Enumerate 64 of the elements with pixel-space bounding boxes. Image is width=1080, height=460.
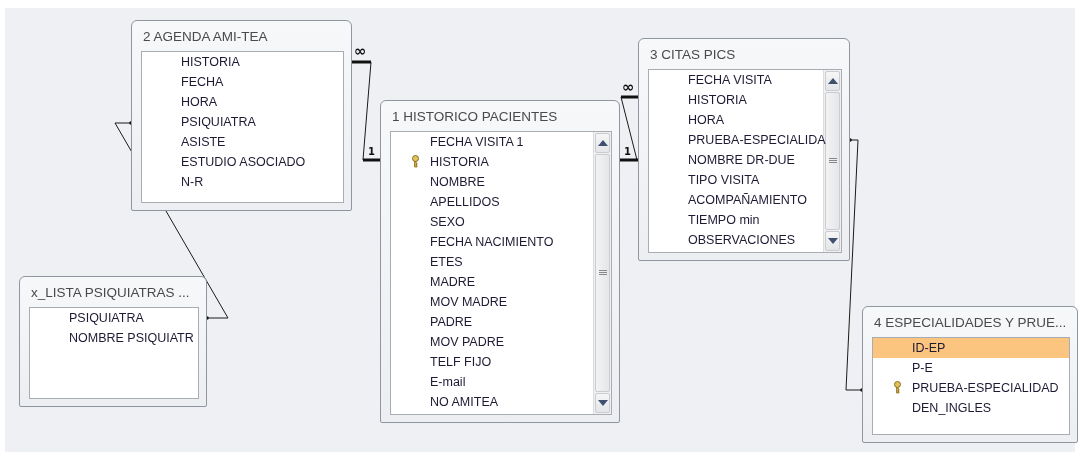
up-arrow-icon: [827, 78, 838, 84]
cardinality-label: 1: [624, 146, 631, 157]
field-row[interactable]: TIEMPO min: [649, 210, 823, 230]
cardinality-label: ∞: [354, 42, 367, 60]
cardinality-label: ∞: [622, 78, 635, 96]
field-row[interactable]: HORA: [649, 110, 823, 130]
field-row[interactable]: PADRE: [391, 312, 593, 332]
field-row[interactable]: FECHA VISITA 1: [391, 132, 593, 152]
field-row[interactable]: E-mail: [391, 372, 593, 392]
scroll-thumb[interactable]: [595, 154, 610, 392]
scroll-down-button[interactable]: [825, 231, 840, 251]
key-icon: [411, 155, 420, 168]
down-arrow-icon: [827, 238, 838, 244]
field-row[interactable]: FECHA: [142, 72, 343, 92]
field-row[interactable]: MADRE: [391, 272, 593, 292]
scroll-up-button[interactable]: [595, 133, 610, 153]
field-row[interactable]: FECHA VISITA: [649, 70, 823, 90]
field-row[interactable]: HISTORIA: [391, 152, 593, 172]
table-title: 3 CITAS PICS: [649, 46, 737, 64]
table-title: 1 HISTORICO PACIENTES: [391, 108, 559, 126]
table-window[interactable]: 1 HISTORICO PACIENTES FECHA VISITA 1 HISTORIA NOMBRE APELLIDOS SEXO FECHA NACIMIENTO ETES MADRE MOV MADRE PADRE MOV PADRE TELF FIJO E-mail NO AMITEA: [380, 100, 620, 423]
field-row[interactable]: N-R: [142, 172, 343, 192]
field-row[interactable]: ACOMPAÑAMIENTO: [649, 190, 823, 210]
field-row[interactable]: NO AMITEA: [391, 392, 593, 412]
field-row[interactable]: NOMBRE PSIQUIATR: [30, 328, 198, 348]
grip-icon: [598, 270, 607, 276]
field-row[interactable]: PSIQUIATRA: [30, 308, 198, 328]
up-arrow-icon: [597, 140, 608, 146]
field-row[interactable]: OBSERVACIONES: [649, 230, 823, 250]
field-row[interactable]: P-E: [873, 358, 1069, 378]
field-row[interactable]: DEN_INGLES: [873, 398, 1069, 418]
field-row[interactable]: NOMBRE: [391, 172, 593, 192]
table-title: 2 AGENDA AMI-TEA: [142, 28, 269, 46]
table-window[interactable]: x_LISTA PSIQUIATRAS ... PSIQUIATRA NOMBRE PSIQUIATR: [19, 276, 207, 407]
field-row[interactable]: SEXO: [391, 212, 593, 232]
field-row[interactable]: HORA: [142, 92, 343, 112]
field-row[interactable]: TELF FIJO: [391, 352, 593, 372]
field-row[interactable]: PRUEBA-ESPECIALIDAD: [873, 378, 1069, 398]
field-row[interactable]: NOMBRE DR-DUE: [649, 150, 823, 170]
scroll-down-button[interactable]: [595, 393, 610, 413]
down-arrow-icon: [597, 400, 608, 406]
field-row[interactable]: APELLIDOS: [391, 192, 593, 212]
field-row[interactable]: ID-EP: [873, 338, 1069, 358]
cardinality-label: 1: [368, 146, 375, 157]
table-window[interactable]: 3 CITAS PICS FECHA VISITA HISTORIA HORA PRUEBA-ESPECIALIDA NOMBRE DR-DUE TIPO VISITA ACOMPAÑAMIENTO TIEMPO min OBSERVACIONES: [638, 38, 850, 261]
table-title: 4 ESPECIALIDADES Y PRUE...: [873, 314, 1068, 332]
field-row[interactable]: FECHA NACIMIENTO: [391, 232, 593, 252]
table-title: x_LISTA PSIQUIATRAS ...: [30, 284, 191, 302]
table-window[interactable]: 2 AGENDA AMI-TEA HISTORIA FECHA HORA PSIQUIATRA ASISTE ESTUDIO ASOCIADO N-R: [131, 20, 352, 211]
grip-icon: [828, 158, 837, 164]
field-row[interactable]: ASISTE: [142, 132, 343, 152]
field-row[interactable]: HISTORIA: [142, 52, 343, 72]
table-window[interactable]: 4 ESPECIALIDADES Y PRUE... ID-EP P-E PRUEBA-ESPECIALIDAD DEN_INGLES: [862, 306, 1078, 443]
field-row[interactable]: ETES: [391, 252, 593, 272]
field-row[interactable]: TIPO VISITA: [649, 170, 823, 190]
field-row[interactable]: HISTORIA: [649, 90, 823, 110]
scroll-thumb[interactable]: [825, 92, 840, 230]
scroll-up-button[interactable]: [825, 71, 840, 91]
key-icon: [893, 381, 902, 394]
field-row[interactable]: MOV MADRE: [391, 292, 593, 312]
scrollbar[interactable]: [593, 132, 611, 414]
field-row[interactable]: PSIQUIATRA: [142, 112, 343, 132]
field-row[interactable]: MOV PADRE: [391, 332, 593, 352]
field-row[interactable]: ESTUDIO ASOCIADO: [142, 152, 343, 172]
